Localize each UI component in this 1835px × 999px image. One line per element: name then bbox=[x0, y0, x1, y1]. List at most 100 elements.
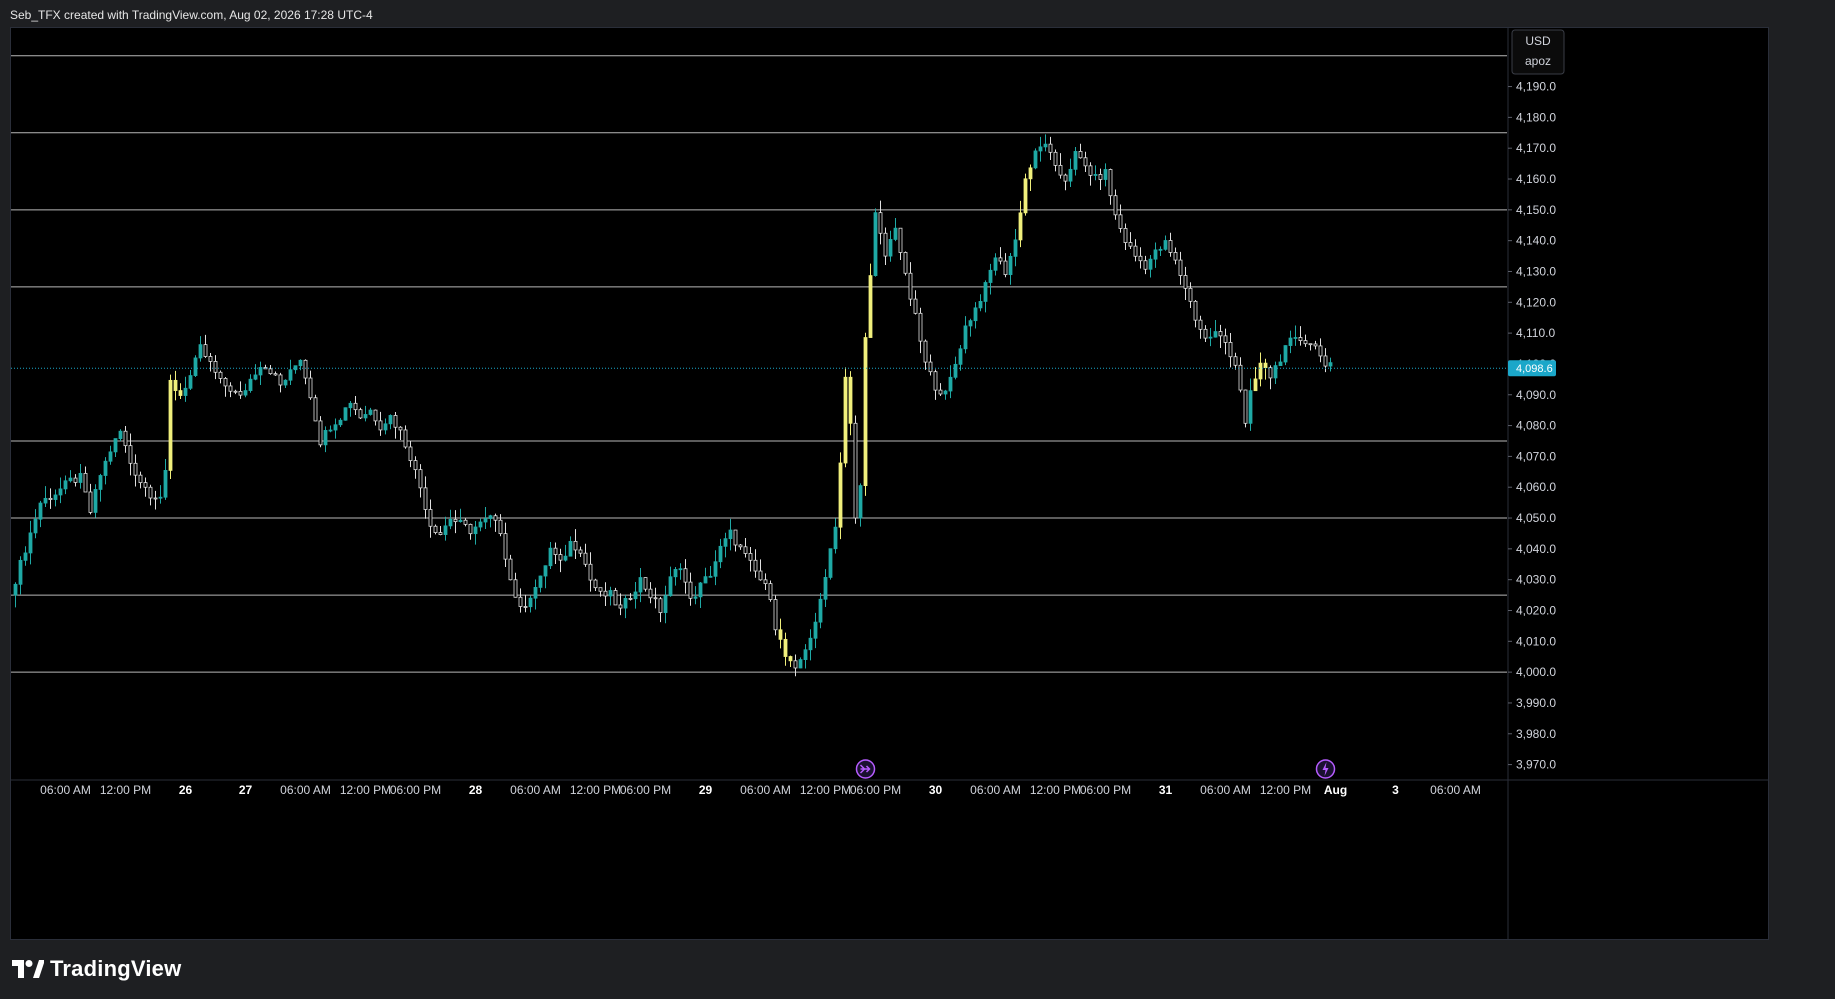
candle[interactable] bbox=[1028, 164, 1033, 192]
candle[interactable] bbox=[328, 425, 333, 433]
candle[interactable] bbox=[1283, 345, 1288, 366]
candle[interactable] bbox=[213, 355, 218, 380]
candle[interactable] bbox=[33, 509, 38, 539]
candle[interactable] bbox=[678, 563, 683, 580]
candle[interactable] bbox=[58, 477, 63, 504]
candle[interactable] bbox=[808, 629, 813, 661]
candle[interactable] bbox=[708, 566, 713, 578]
candle[interactable] bbox=[913, 290, 918, 315]
candle[interactable] bbox=[223, 377, 228, 397]
candle[interactable] bbox=[128, 433, 133, 476]
candle[interactable] bbox=[358, 407, 363, 420]
candle[interactable] bbox=[508, 554, 513, 581]
candle[interactable] bbox=[1068, 158, 1073, 188]
candle[interactable] bbox=[658, 596, 663, 623]
candle[interactable] bbox=[878, 200, 883, 245]
candle[interactable] bbox=[23, 546, 28, 566]
candle[interactable] bbox=[173, 370, 178, 401]
candle[interactable] bbox=[458, 508, 463, 523]
candle[interactable] bbox=[218, 370, 223, 384]
candle[interactable] bbox=[363, 405, 368, 422]
candle[interactable] bbox=[168, 374, 173, 479]
candle[interactable] bbox=[113, 438, 118, 458]
candle[interactable] bbox=[278, 372, 283, 393]
candle[interactable] bbox=[778, 618, 783, 649]
candle[interactable] bbox=[923, 339, 928, 370]
candle[interactable] bbox=[193, 355, 198, 377]
candle[interactable] bbox=[1073, 146, 1078, 176]
candle[interactable] bbox=[993, 253, 998, 276]
candle[interactable] bbox=[618, 593, 623, 616]
candle[interactable] bbox=[873, 208, 878, 277]
candle[interactable] bbox=[1193, 299, 1198, 328]
candle[interactable] bbox=[1278, 354, 1283, 367]
candle[interactable] bbox=[1138, 247, 1143, 269]
candle[interactable] bbox=[493, 513, 498, 532]
candle[interactable] bbox=[383, 418, 388, 435]
candle[interactable] bbox=[563, 544, 568, 562]
candle[interactable] bbox=[233, 389, 238, 395]
candle[interactable] bbox=[353, 395, 358, 415]
candle[interactable] bbox=[548, 542, 553, 570]
candle[interactable] bbox=[673, 567, 678, 586]
candle[interactable] bbox=[418, 464, 423, 498]
candle[interactable] bbox=[123, 426, 128, 453]
candle[interactable] bbox=[158, 485, 163, 504]
candle[interactable] bbox=[478, 518, 483, 532]
candle[interactable] bbox=[163, 459, 168, 500]
candle[interactable] bbox=[518, 588, 523, 613]
candle[interactable] bbox=[1268, 365, 1273, 390]
candle[interactable] bbox=[588, 552, 593, 592]
candle[interactable] bbox=[713, 550, 718, 586]
candle[interactable] bbox=[1313, 340, 1318, 350]
candle[interactable] bbox=[1018, 200, 1023, 248]
candle[interactable] bbox=[1078, 143, 1083, 159]
candle[interactable] bbox=[628, 593, 633, 601]
candle[interactable] bbox=[433, 524, 438, 535]
candle[interactable] bbox=[1173, 247, 1178, 265]
candle[interactable] bbox=[468, 523, 473, 540]
candle[interactable] bbox=[1293, 325, 1298, 346]
candle[interactable] bbox=[503, 522, 508, 568]
candle[interactable] bbox=[368, 407, 373, 416]
candle[interactable] bbox=[28, 520, 33, 565]
candle[interactable] bbox=[838, 452, 843, 540]
candle[interactable] bbox=[1178, 251, 1183, 285]
candle[interactable] bbox=[558, 548, 563, 573]
candle[interactable] bbox=[513, 572, 518, 598]
candle[interactable] bbox=[273, 371, 278, 376]
candle[interactable] bbox=[1048, 136, 1053, 161]
candle[interactable] bbox=[378, 411, 383, 436]
tradingview-logo[interactable]: TradingView bbox=[12, 956, 181, 982]
candle[interactable] bbox=[723, 532, 728, 558]
candle[interactable] bbox=[763, 573, 768, 590]
candle[interactable] bbox=[623, 595, 628, 619]
candle[interactable] bbox=[1128, 232, 1133, 250]
candle[interactable] bbox=[758, 559, 763, 581]
candle[interactable] bbox=[303, 359, 308, 385]
candle[interactable] bbox=[858, 483, 863, 527]
candle[interactable] bbox=[348, 400, 353, 417]
candle[interactable] bbox=[243, 383, 248, 398]
split-arrow-icon[interactable] bbox=[855, 759, 876, 779]
candle[interactable] bbox=[1038, 136, 1043, 162]
candle[interactable] bbox=[48, 488, 53, 509]
candle[interactable] bbox=[198, 336, 203, 362]
candle[interactable] bbox=[133, 454, 138, 487]
candle[interactable] bbox=[888, 230, 893, 262]
candle[interactable] bbox=[578, 546, 583, 557]
candle[interactable] bbox=[1088, 162, 1093, 186]
candle[interactable] bbox=[428, 499, 433, 538]
candle[interactable] bbox=[403, 425, 408, 449]
candle[interactable] bbox=[738, 543, 743, 550]
candle[interactable] bbox=[1253, 367, 1258, 392]
candle[interactable] bbox=[568, 536, 573, 557]
candle[interactable] bbox=[318, 416, 323, 448]
candle[interactable] bbox=[423, 476, 428, 519]
candle[interactable] bbox=[823, 569, 828, 608]
candle[interactable] bbox=[833, 518, 838, 554]
candle[interactable] bbox=[1273, 361, 1278, 384]
candle[interactable] bbox=[93, 484, 98, 518]
candle[interactable] bbox=[1248, 378, 1253, 431]
candle[interactable] bbox=[1058, 153, 1063, 179]
